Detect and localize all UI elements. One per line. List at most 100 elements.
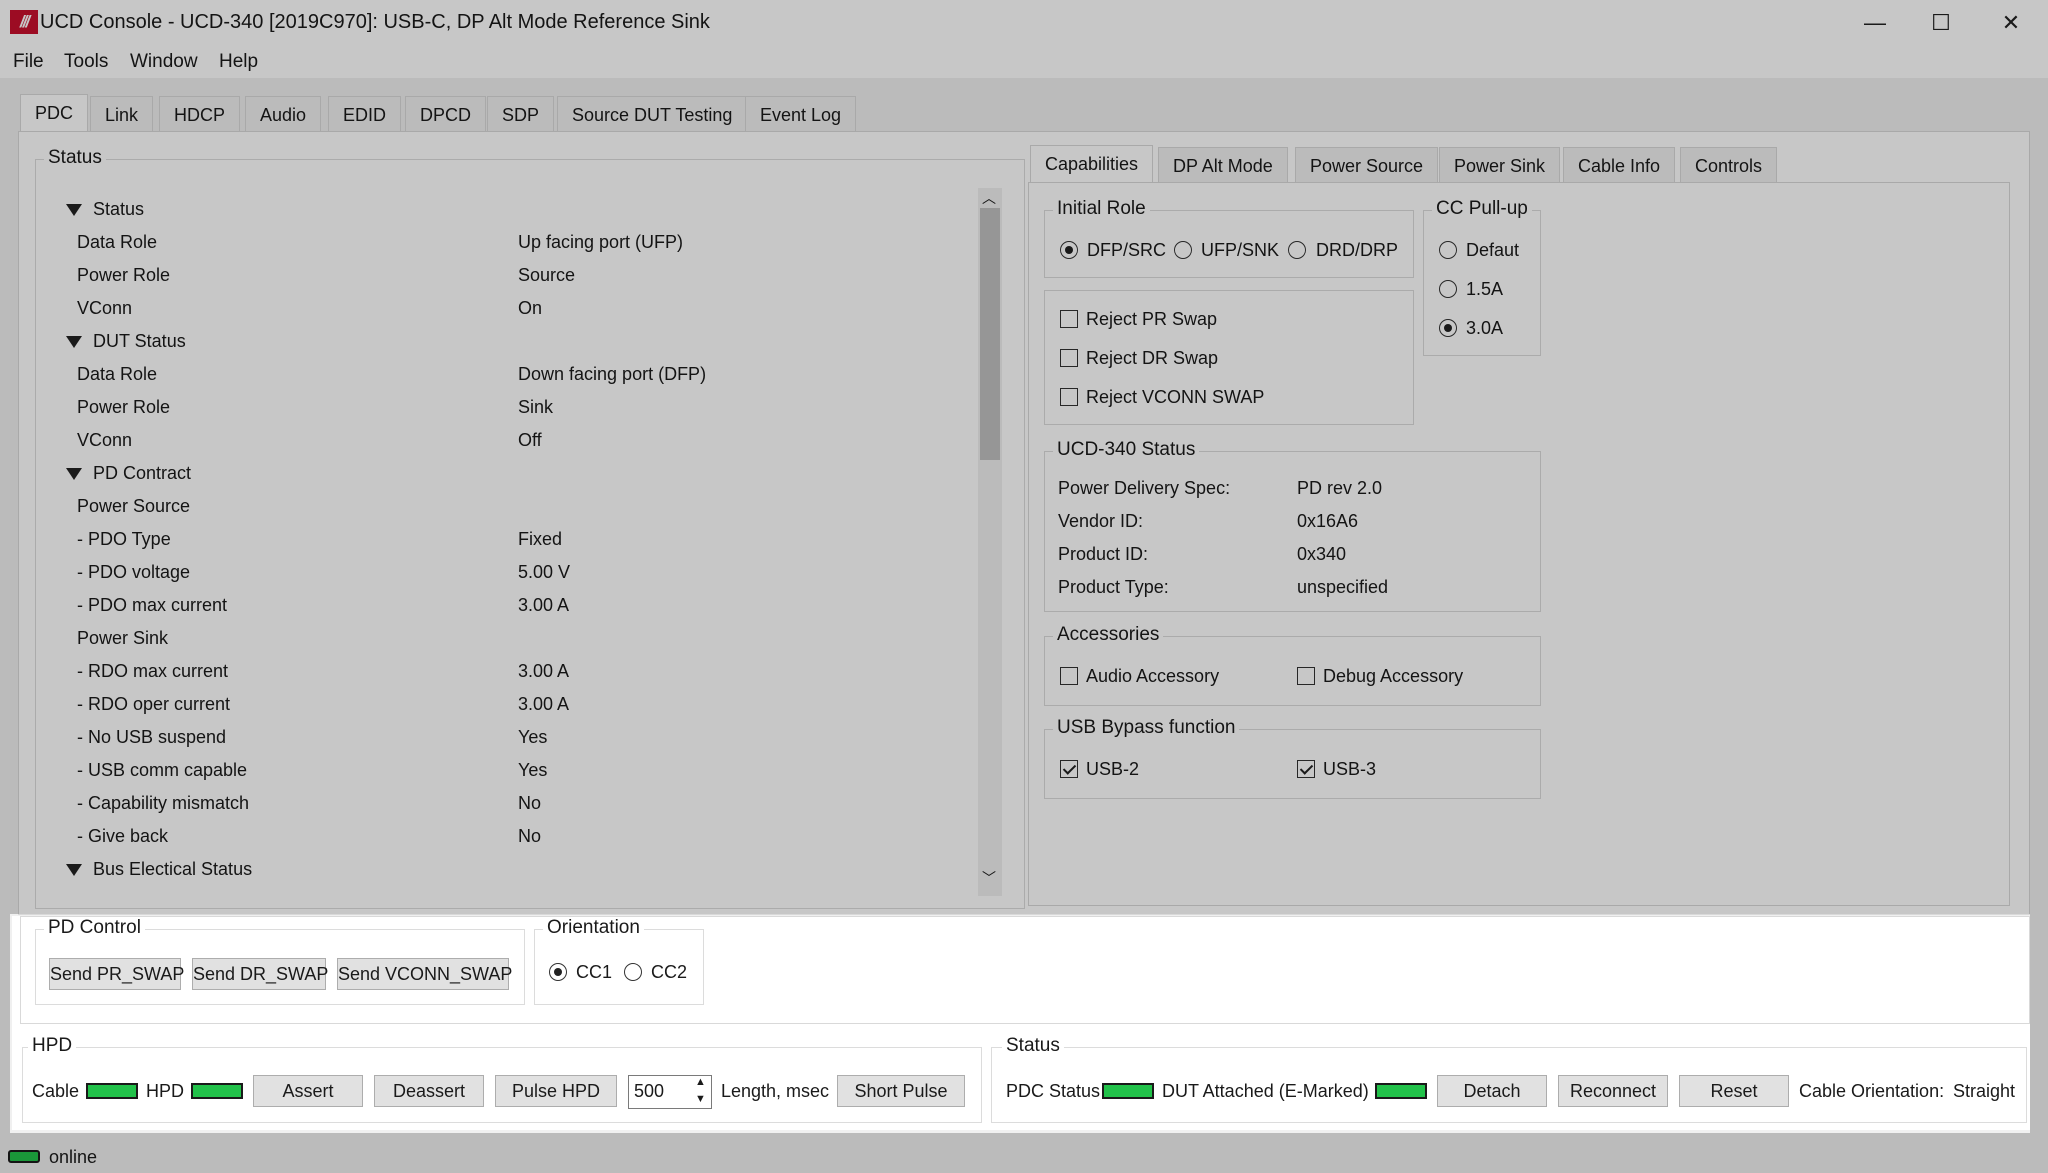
app-logo: /// (10, 10, 38, 34)
radio-label: DRD/DRP (1316, 240, 1399, 260)
tab-pdc[interactable]: PDC (20, 94, 89, 132)
pulse-hpd-button[interactable]: Pulse HPD (495, 1075, 617, 1107)
dut-attached-label: DUT Attached (E-Marked) (1162, 1081, 1369, 1101)
radio-label: Defaut (1466, 240, 1520, 260)
bottom-status-title: Status (1002, 1035, 1064, 1057)
scroll-up-icon[interactable]: ︿ (982, 188, 996, 208)
checkbox-reject-vconn-swap[interactable] (1060, 388, 1078, 406)
short-pulse-button[interactable]: Short Pulse (837, 1075, 965, 1107)
radio-cc1[interactable] (549, 963, 567, 981)
row-label: Data Role (77, 364, 158, 384)
checkbox-usb-3[interactable] (1297, 760, 1315, 778)
expand-triangle-icon[interactable] (66, 336, 82, 348)
assert-button[interactable]: Assert (253, 1075, 363, 1107)
tab-dp-alt-mode[interactable]: DP Alt Mode (1158, 147, 1288, 183)
row-value: Down facing port (DFP) (518, 364, 707, 384)
detach-button[interactable]: Detach (1437, 1075, 1547, 1107)
hpd-label: HPD (146, 1081, 185, 1101)
radio-label: 3.0A (1466, 318, 1504, 338)
tab-source-dut-testing[interactable]: Source DUT Testing (557, 96, 748, 132)
radio-dfp-src[interactable] (1060, 241, 1078, 259)
row-value: Fixed (518, 529, 563, 549)
send-pr-swap-button[interactable]: Send PR_SWAP (49, 958, 184, 990)
radio-cc-3-0a[interactable] (1439, 319, 1457, 337)
row-label: - USB comm capable (77, 760, 248, 780)
close-button[interactable]: ✕ (1976, 0, 2046, 46)
send-dr-swap-button[interactable]: Send DR_SWAP (192, 958, 328, 990)
pdc-status-led-indicator (1102, 1083, 1154, 1099)
checkbox-label: USB-3 (1323, 759, 1377, 779)
tab-link[interactable]: Link (90, 96, 154, 132)
menu-window[interactable]: Window (130, 51, 198, 73)
row-value: Yes (518, 760, 548, 780)
tab-sdp[interactable]: SDP (487, 96, 555, 132)
checkbox-reject-pr-swap[interactable] (1060, 310, 1078, 328)
radio-label: DFP/SRC (1087, 240, 1167, 260)
ucd-status-label: Vendor ID: (1058, 511, 1144, 531)
tab-event-log[interactable]: Event Log (745, 96, 857, 132)
tab-capabilities[interactable]: Capabilities (1030, 145, 1154, 183)
radio-ufp-snk[interactable] (1174, 241, 1192, 259)
checkbox-label: Reject VCONN SWAP (1086, 387, 1265, 407)
expand-triangle-icon[interactable] (66, 204, 82, 216)
orientation-title: Orientation (543, 917, 644, 939)
expand-triangle-icon[interactable] (66, 468, 82, 480)
dim-overlay (0, 914, 10, 1133)
tree-heading-bus-electrical-status[interactable]: Bus Electical Status (93, 859, 252, 880)
deassert-button[interactable]: Deassert (374, 1075, 484, 1107)
scrollbar-thumb[interactable] (980, 208, 1000, 460)
row-value: Up facing port (UFP) (518, 232, 684, 252)
radio-cc-default[interactable] (1439, 241, 1457, 259)
dut-attached-led-indicator (1375, 1083, 1427, 1099)
maximize-button[interactable]: ☐ (1906, 0, 1976, 46)
scroll-down-icon[interactable]: ﹀ (982, 868, 996, 888)
checkbox-label: Debug Accessory (1323, 666, 1464, 686)
row-label: Power Role (77, 265, 171, 285)
tab-hdcp[interactable]: HDCP (159, 96, 241, 132)
ucd-status-label: Power Delivery Spec: (1058, 478, 1231, 498)
radio-cc2[interactable] (624, 963, 642, 981)
spin-down-icon[interactable]: ▼ (695, 1093, 706, 1105)
row-label: - Give back (77, 826, 169, 846)
tab-edid[interactable]: EDID (328, 96, 402, 132)
online-indicator-icon (8, 1150, 40, 1163)
row-label: - Capability mismatch (77, 793, 250, 813)
checkbox-reject-dr-swap[interactable] (1060, 349, 1078, 367)
initial-role-title: Initial Role (1053, 198, 1150, 220)
tab-power-source[interactable]: Power Source (1295, 147, 1439, 183)
checkbox-label: Reject PR Swap (1086, 309, 1218, 329)
reconnect-button[interactable]: Reconnect (1558, 1075, 1668, 1107)
reset-button[interactable]: Reset (1679, 1075, 1789, 1107)
radio-cc-1-5a[interactable] (1439, 280, 1457, 298)
tab-cable-info[interactable]: Cable Info (1563, 147, 1676, 183)
ucd-status-label: Product ID: (1058, 544, 1149, 564)
tree-heading-status[interactable]: Status (93, 199, 144, 220)
checkbox-debug-accessory[interactable] (1297, 667, 1315, 685)
row-label: Power Source (77, 496, 191, 516)
checkbox-audio-accessory[interactable] (1060, 667, 1078, 685)
tree-heading-dut-status[interactable]: DUT Status (93, 331, 186, 352)
radio-drd-drp[interactable] (1288, 241, 1306, 259)
send-vconn-swap-button[interactable]: Send VCONN_SWAP (337, 958, 512, 990)
checkbox-label: Audio Accessory (1086, 666, 1220, 686)
row-value: 3.00 A (518, 694, 570, 714)
spin-up-icon[interactable]: ▲ (695, 1076, 706, 1088)
expand-triangle-icon[interactable] (66, 864, 82, 876)
tab-controls[interactable]: Controls (1680, 147, 1778, 183)
tab-dpcd[interactable]: DPCD (405, 96, 487, 132)
radio-label: UFP/SNK (1201, 240, 1280, 260)
pulse-length-spinbox[interactable]: 500 ▲ ▼ (628, 1075, 712, 1109)
tab-audio[interactable]: Audio (245, 96, 322, 132)
checkbox-usb-2[interactable] (1060, 760, 1078, 778)
row-value: No (518, 826, 542, 846)
row-label: - No USB suspend (77, 727, 227, 747)
minimize-button[interactable]: — (1840, 0, 1910, 46)
tree-heading-pd-contract[interactable]: PD Contract (93, 463, 191, 484)
row-value: Sink (518, 397, 554, 417)
menu-file[interactable]: File (13, 51, 44, 73)
tab-power-sink[interactable]: Power Sink (1439, 147, 1561, 183)
radio-label: 1.5A (1466, 279, 1504, 299)
menu-tools[interactable]: Tools (64, 51, 108, 73)
pulse-length-value[interactable]: 500 (634, 1081, 664, 1102)
menu-help[interactable]: Help (219, 51, 258, 73)
